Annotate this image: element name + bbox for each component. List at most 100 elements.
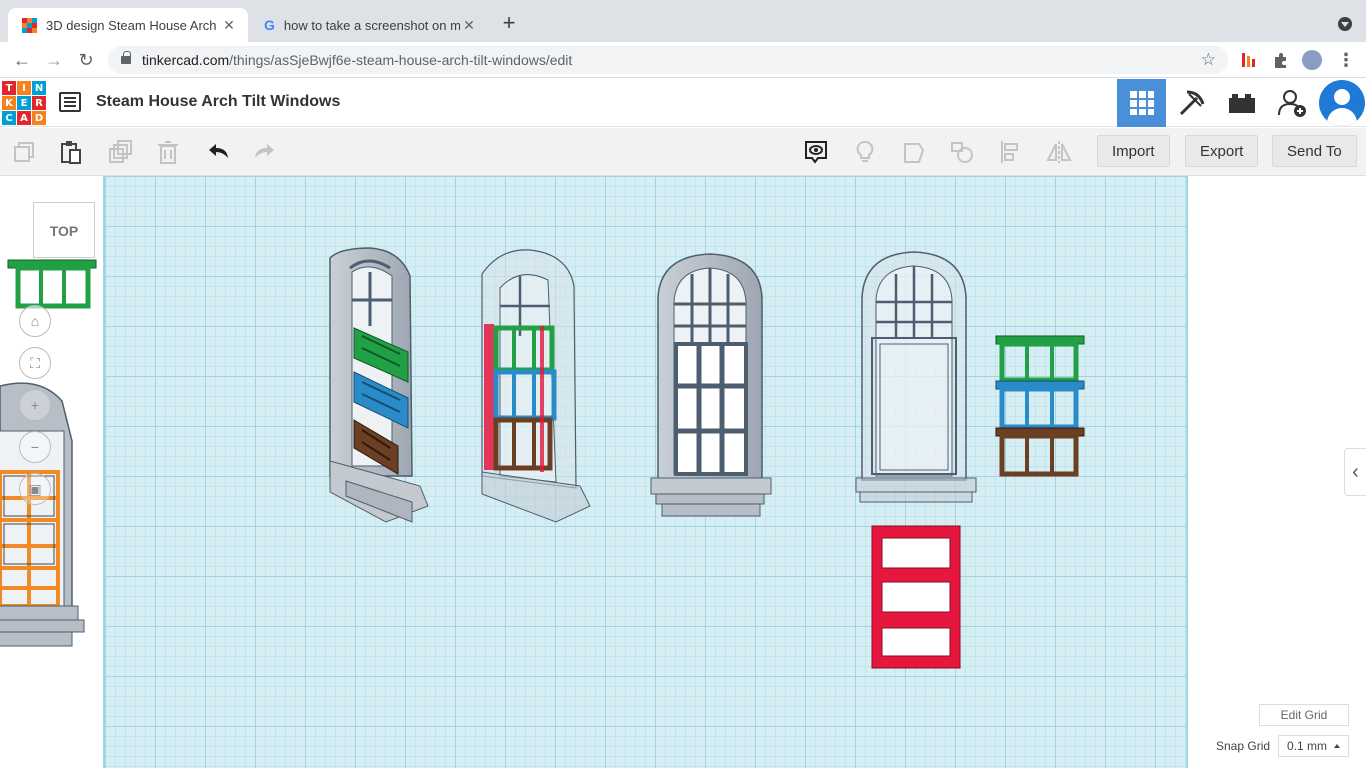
edit-grid-button[interactable]: Edit Grid — [1259, 704, 1349, 726]
align-button[interactable] — [995, 136, 1027, 168]
extension-icon[interactable] — [1239, 51, 1257, 69]
mirror-icon — [1046, 141, 1072, 163]
mirror-button[interactable] — [1043, 136, 1075, 168]
redo-icon — [255, 144, 274, 158]
delete-button[interactable] — [152, 136, 184, 168]
lightbulb-icon — [856, 141, 874, 162]
logo-letter: A — [17, 111, 31, 125]
tilt-window-1-shape[interactable] — [329, 247, 429, 523]
cube-icon: ▣ — [28, 480, 42, 497]
workplane-area[interactable]: TOP ⌂ ⛶ + − ▣ ‹ Edit Grid Snap Grid 0.1 … — [0, 176, 1366, 768]
add-user-icon — [1277, 90, 1306, 117]
tinkercad-logo[interactable]: TIN KER CAD — [2, 81, 46, 125]
chrome-menu-icon[interactable]: ⋮ — [1334, 48, 1358, 72]
forward-button[interactable]: → — [42, 48, 66, 72]
logo-letter: E — [17, 96, 31, 110]
snap-grid-value: 0.1 mm — [1287, 739, 1328, 753]
design-list-icon[interactable] — [59, 92, 81, 112]
home-view-button[interactable]: ⌂ — [19, 305, 51, 337]
notes-visibility-button[interactable] — [800, 136, 832, 168]
blocks-pickaxe-button[interactable] — [1167, 79, 1216, 127]
copy-button[interactable] — [8, 136, 40, 168]
import-button[interactable]: Import — [1097, 135, 1170, 167]
invite-user-button[interactable] — [1267, 79, 1316, 127]
chevron-left-icon: ‹ — [1352, 461, 1359, 483]
bricks-button[interactable] — [1217, 79, 1266, 127]
logo-letter: T — [2, 81, 16, 95]
edit-toolbar: Import Export Send To — [0, 128, 1366, 176]
brick-icon — [1228, 94, 1255, 113]
show-all-button[interactable] — [849, 136, 881, 168]
logo-letter: I — [17, 81, 31, 95]
redo-button[interactable] — [249, 136, 281, 168]
expand-panel-button[interactable]: ‹ — [1344, 448, 1366, 496]
arch-window-3-shape[interactable] — [650, 253, 772, 517]
browser-tab-google[interactable]: G how to take a screenshot on m ✕ — [250, 8, 488, 42]
view-cube[interactable]: TOP — [33, 202, 95, 258]
lock-icon — [121, 51, 131, 64]
address-bar: ← → ↻ tinkercad.com/things/asSjeBwjf6e-s… — [0, 42, 1366, 78]
green-window-frame-shape[interactable] — [7, 259, 97, 309]
url-domain: tinkercad.com — [142, 52, 230, 68]
trash-icon — [158, 141, 178, 164]
3d-scene — [0, 247, 1085, 669]
extensions-puzzle-icon[interactable] — [1271, 51, 1289, 69]
pickaxe-icon — [1179, 90, 1204, 116]
ungroup-button[interactable] — [946, 136, 978, 168]
red-window-frame-shape[interactable] — [871, 525, 961, 669]
zoom-out-button[interactable]: − — [19, 431, 51, 463]
orange-arch-window-shape[interactable] — [0, 382, 85, 647]
home-icon: ⌂ — [30, 313, 40, 329]
google-favicon-icon: G — [264, 17, 275, 33]
tinkercad-header: TIN KER CAD Steam House Arch Tilt Windows — [0, 79, 1366, 127]
logo-letter: N — [32, 81, 46, 95]
tinkercad-favicon-icon — [22, 17, 37, 33]
url-field[interactable]: tinkercad.com/things/asSjeBwjf6e-steam-h… — [108, 46, 1228, 74]
logo-letter: R — [32, 96, 46, 110]
group-button[interactable] — [898, 136, 930, 168]
browser-tab-tinkercad[interactable]: 3D design Steam House Arch T ✕ — [8, 8, 248, 42]
undo-button[interactable] — [202, 136, 234, 168]
paste-icon — [61, 141, 81, 164]
export-button[interactable]: Export — [1185, 135, 1259, 167]
bookmark-star-icon[interactable]: ☆ — [1201, 50, 1216, 70]
plus-icon: + — [30, 397, 40, 413]
url-path: /things/asSjeBwjf6e-steam-house-arch-til… — [229, 52, 573, 68]
close-tab-icon[interactable]: ✕ — [460, 17, 478, 34]
tab-title: 3D design Steam House Arch T — [46, 17, 220, 33]
design-title[interactable]: Steam House Arch Tilt Windows — [96, 93, 340, 111]
user-avatar[interactable] — [1319, 80, 1365, 126]
browser-tab-strip: 3D design Steam House Arch T ✕ G how to … — [0, 0, 1366, 42]
zoom-in-button[interactable]: + — [19, 389, 51, 421]
tab-title: how to take a screenshot on m — [283, 17, 460, 33]
paste-button[interactable] — [55, 136, 87, 168]
tilt-window-2-shape[interactable] — [481, 249, 591, 523]
logo-letter: C — [2, 111, 16, 125]
back-button[interactable]: ← — [10, 48, 34, 72]
duplicate-button[interactable] — [104, 136, 136, 168]
3d-design-view-button[interactable] — [1117, 79, 1166, 127]
snap-grid-select[interactable]: 0.1 mm — [1278, 735, 1349, 757]
view-cube-face-label: TOP — [49, 223, 79, 239]
reload-button[interactable]: ↻ — [74, 48, 98, 72]
close-tab-icon[interactable]: ✕ — [220, 17, 238, 34]
arch-window-4-shape[interactable] — [855, 251, 977, 503]
fit-view-button[interactable]: ⛶ — [19, 347, 51, 379]
stacked-color-frames-shape[interactable] — [995, 335, 1085, 477]
undo-icon — [209, 144, 228, 158]
speech-eye-icon — [805, 141, 827, 164]
ungroup-icon — [951, 142, 973, 163]
ortho-view-button[interactable]: ▣ — [19, 473, 51, 505]
profile-avatar[interactable] — [1302, 50, 1322, 70]
copy-icon — [14, 142, 34, 162]
minus-icon: − — [30, 439, 40, 455]
fit-view-icon: ⛶ — [30, 354, 40, 371]
grid-icon — [1129, 91, 1154, 115]
duplicate-icon — [109, 140, 132, 163]
tab-search-icon[interactable] — [1338, 17, 1352, 31]
logo-letter: D — [32, 111, 46, 125]
send-to-button[interactable]: Send To — [1272, 135, 1357, 167]
snap-grid-label: Snap Grid — [1216, 739, 1271, 753]
group-icon — [904, 143, 925, 163]
new-tab-button[interactable]: + — [497, 12, 521, 36]
